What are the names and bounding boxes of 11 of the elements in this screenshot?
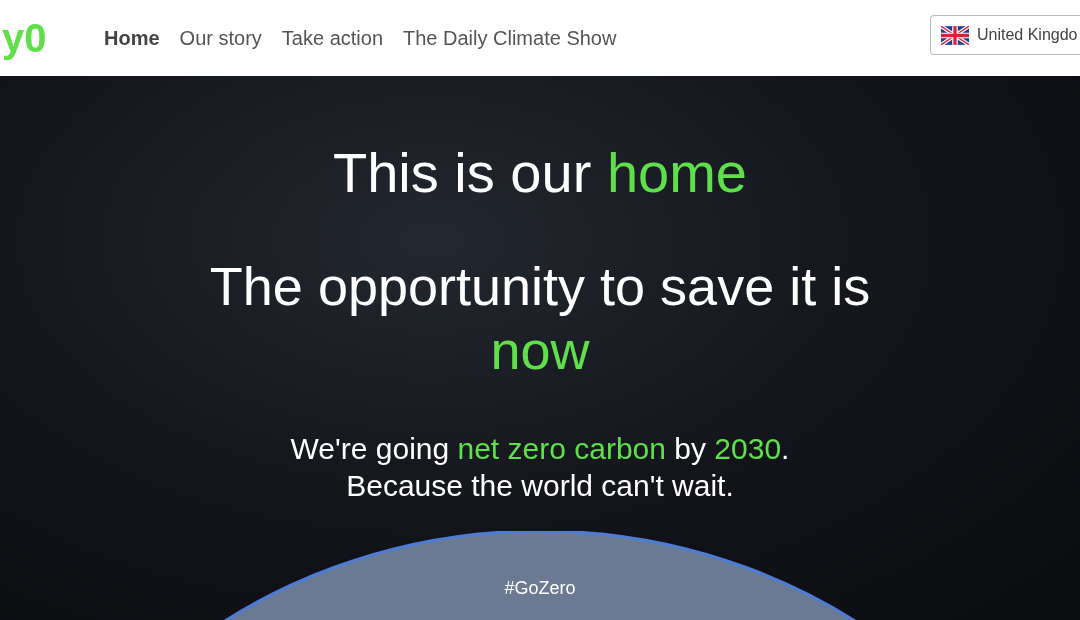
hero-subheadline: The opportunity to save it is now xyxy=(208,255,872,382)
nav-link[interactable]: Our story xyxy=(179,26,262,50)
nav-link[interactable]: Take action xyxy=(281,26,383,50)
nav-link[interactable]: The Daily Climate Show xyxy=(403,26,617,50)
hero-headline: This is our home xyxy=(333,140,747,206)
flag-icon xyxy=(941,25,969,45)
hashtag-text: #GoZero xyxy=(504,578,576,599)
nav-link[interactable]: Home xyxy=(104,26,160,50)
hero-text: We're going net zero carbon by 2030. xyxy=(290,431,790,467)
country-selector[interactable]: United Kingdo xyxy=(930,15,1080,55)
hero-text: Because the world can't wait. xyxy=(346,468,734,504)
